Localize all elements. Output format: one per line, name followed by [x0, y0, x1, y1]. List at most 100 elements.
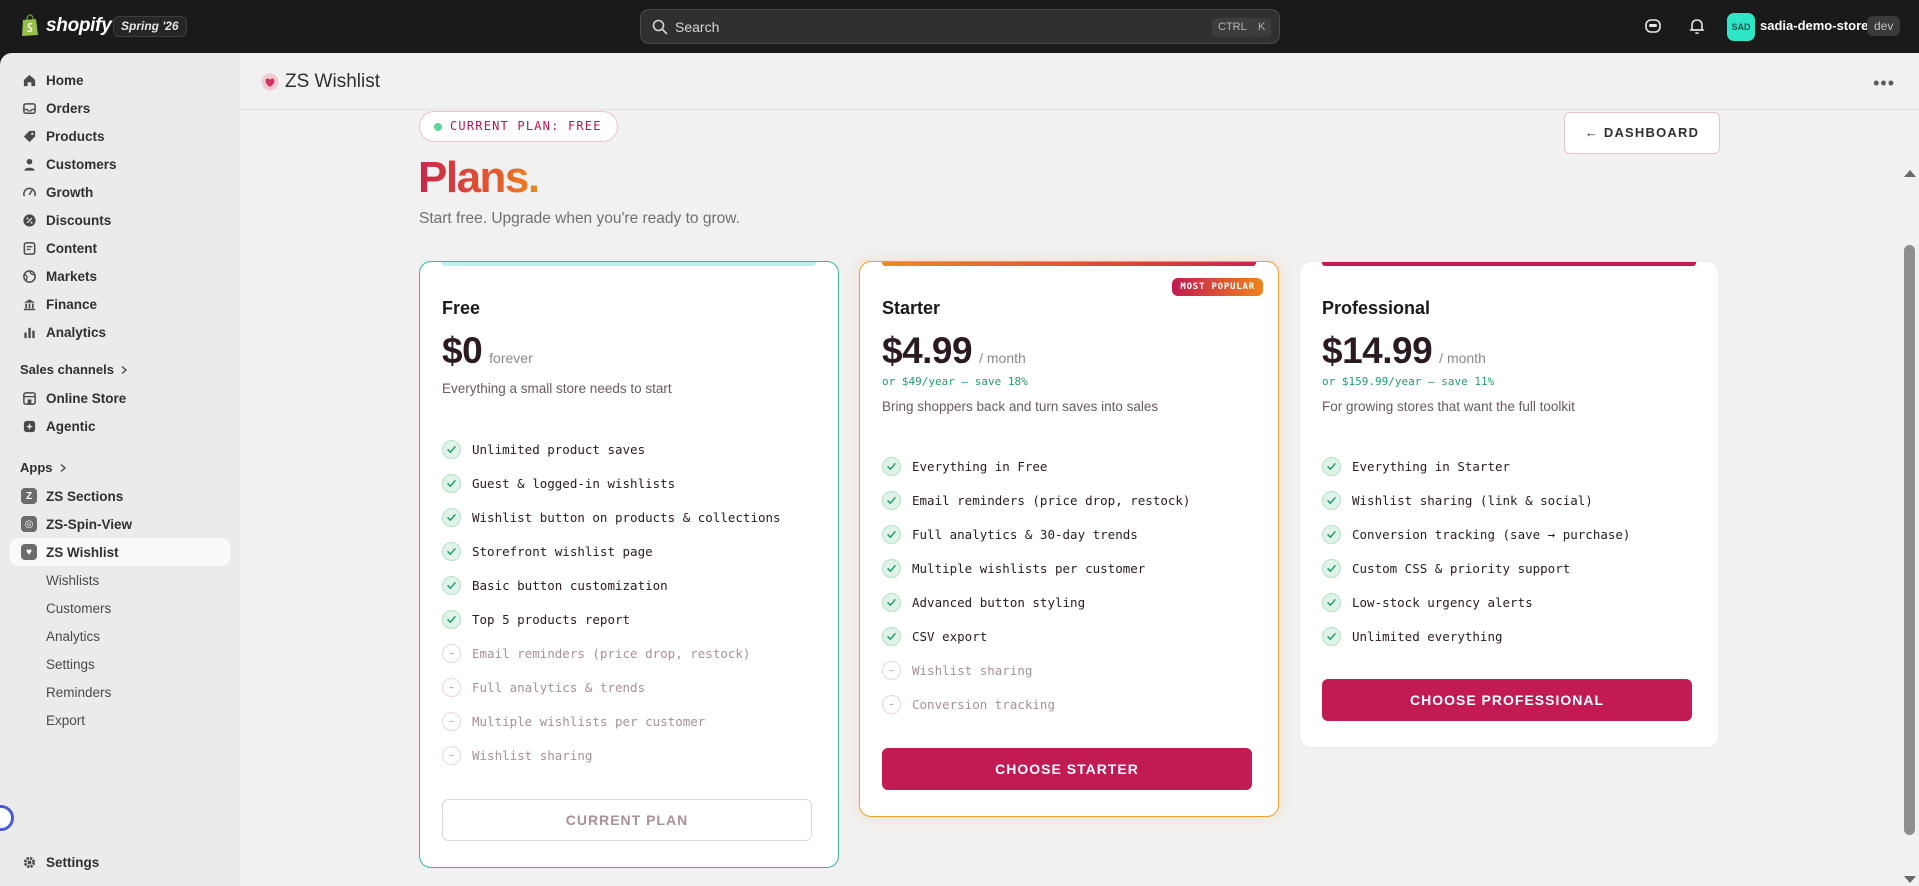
feature-list: Unlimited product saves Guest & logged-in… — [442, 432, 781, 772]
feature-item: Top 5 products report — [442, 602, 781, 636]
feature-item: Unlimited everything — [1322, 619, 1630, 653]
sidebar-sub-analytics[interactable]: Analytics — [46, 629, 100, 644]
global-search[interactable]: Search CTRL K — [640, 9, 1280, 44]
feature-item: Conversion tracking (save → purchase) — [1322, 517, 1630, 551]
feature-text: Multiple wishlists per customer — [472, 713, 706, 729]
sidebar-item-finance[interactable]: Finance — [10, 290, 230, 318]
feature-text: Wishlist sharing — [912, 662, 1033, 678]
dash-icon — [442, 745, 461, 765]
sidebar-item-growth[interactable]: Growth — [10, 178, 230, 206]
feature-item: Guest & logged-in wishlists — [442, 466, 781, 500]
sidebar: Home Orders Products Customers Growth Di… — [0, 53, 240, 886]
check-icon — [882, 626, 901, 646]
scroll-thumb[interactable] — [1904, 245, 1915, 835]
page-subtitle: Start free. Upgrade when you're ready to… — [419, 210, 740, 227]
feature-item: Full analytics & 30-day trends — [882, 517, 1190, 551]
check-icon — [442, 473, 461, 493]
sidebar-sub-wishlists[interactable]: Wishlists — [46, 573, 99, 588]
feature-item: Custom CSS & priority support — [1322, 551, 1630, 585]
choose-starter-button[interactable]: CHOOSE STARTER — [882, 748, 1252, 790]
sidebar-sub-reminders[interactable]: Reminders — [46, 685, 111, 700]
sparkle-icon — [23, 420, 35, 432]
feature-text: Advanced button styling — [912, 594, 1086, 610]
plan-price: $4.99 — [882, 330, 973, 371]
current-plan-button[interactable]: CURRENT PLAN — [442, 799, 812, 841]
sidebar-item-analytics[interactable]: Analytics — [10, 318, 230, 346]
scroll-down-arrow-icon[interactable] — [1904, 876, 1916, 883]
feature-text: Storefront wishlist page — [472, 543, 653, 559]
gauge-icon — [22, 187, 36, 197]
section-label: Apps — [20, 460, 53, 475]
store-name[interactable]: sadia-demo-store — [1760, 18, 1868, 33]
more-actions-icon[interactable]: ••• — [1873, 73, 1895, 94]
scroll-up-arrow-icon[interactable] — [1904, 170, 1916, 177]
feature-item: Basic button customization — [442, 568, 781, 602]
check-icon — [442, 439, 461, 459]
dash-icon — [442, 711, 461, 731]
sidebar-app-zs-sections[interactable]: Z ZS Sections — [10, 482, 230, 510]
person-icon — [23, 158, 35, 171]
search-input[interactable]: Search — [675, 19, 719, 35]
notification-bell-icon[interactable] — [1687, 16, 1707, 36]
feature-item: Storefront wishlist page — [442, 534, 781, 568]
feature-item: Wishlist sharing — [442, 738, 781, 772]
feature-item: Multiple wishlists per customer — [882, 551, 1190, 585]
sidebar-item-discounts[interactable]: Discounts — [10, 206, 230, 234]
check-icon — [442, 507, 461, 527]
check-icon — [442, 609, 461, 629]
home-icon — [23, 74, 35, 86]
store-icon — [22, 391, 36, 405]
sidebar-item-label: Markets — [46, 268, 98, 284]
page-title-dot: . — [527, 153, 539, 202]
feature-text: Everything in Free — [912, 458, 1048, 474]
sidebar-item-online-store[interactable]: Online Store — [10, 384, 230, 412]
apps-section[interactable]: Apps — [20, 460, 67, 475]
sidebar-item-content[interactable]: Content — [10, 234, 230, 262]
sidebar-sub-customers[interactable]: Customers — [46, 601, 111, 616]
page-title-text: Plans — [418, 153, 528, 202]
plan-price: $0 — [442, 330, 483, 371]
feature-text: Unlimited product saves — [472, 441, 646, 457]
sidebar-item-label: Growth — [46, 184, 94, 200]
page-scrollbar[interactable] — [1900, 110, 1919, 886]
check-icon — [1322, 524, 1341, 544]
sidebar-app-zs-wishlist[interactable]: ♥ ZS Wishlist — [10, 538, 230, 566]
shopify-logo[interactable]: shopify — [20, 14, 112, 37]
chevron-right-icon — [121, 365, 128, 374]
search-icon — [652, 19, 668, 35]
sidebar-item-home[interactable]: Home — [10, 66, 230, 94]
app-title: ZS Wishlist — [261, 71, 380, 93]
sidebar-item-products[interactable]: Products — [10, 122, 230, 150]
sidebar-item-label: Agentic — [46, 418, 96, 434]
sidebar-sub-settings[interactable]: Settings — [46, 657, 95, 672]
sidebar-sub-export[interactable]: Export — [46, 713, 85, 728]
feature-text: Email reminders (price drop, restock) — [472, 645, 751, 661]
sales-channels-section[interactable]: Sales channels — [20, 362, 128, 377]
sidebar-item-markets[interactable]: Markets — [10, 262, 230, 290]
dashboard-button[interactable]: ← DASHBOARD — [1564, 112, 1720, 154]
sidebar-item-customers[interactable]: Customers — [10, 150, 230, 178]
sidebar-item-settings[interactable]: Settings — [10, 848, 230, 876]
sidebar-item-orders[interactable]: Orders — [10, 94, 230, 122]
check-icon — [882, 456, 901, 476]
sidebar-app-zs-spin-view[interactable]: ◎ ZS-Spin-View — [10, 510, 230, 538]
feature-item: Everything in Starter — [1322, 449, 1630, 483]
plan-name: Starter — [882, 298, 941, 318]
section-label: Sales channels — [20, 362, 114, 377]
plan-card-professional: Professional $14.99 / month or $159.99/y… — [1299, 261, 1719, 748]
app-title-text: ZS Wishlist — [285, 71, 380, 92]
sidekick-icon[interactable] — [1643, 16, 1663, 36]
env-badge: dev — [1867, 16, 1901, 36]
check-icon — [442, 575, 461, 595]
check-icon — [882, 524, 901, 544]
sidebar-item-agentic[interactable]: Agentic — [10, 412, 230, 440]
feature-text: Conversion tracking — [912, 696, 1055, 712]
card-accent-strip — [1322, 262, 1696, 266]
sidebar-item-label: Analytics — [46, 324, 107, 340]
feature-text: Basic button customization — [472, 577, 668, 593]
feature-item: Everything in Free — [882, 449, 1190, 483]
page-title: Plans. — [418, 153, 539, 203]
store-avatar[interactable]: SAD — [1727, 13, 1755, 41]
choose-professional-button[interactable]: CHOOSE PROFESSIONAL — [1322, 679, 1692, 721]
feature-text: Wishlist button on products & collection… — [472, 509, 781, 525]
